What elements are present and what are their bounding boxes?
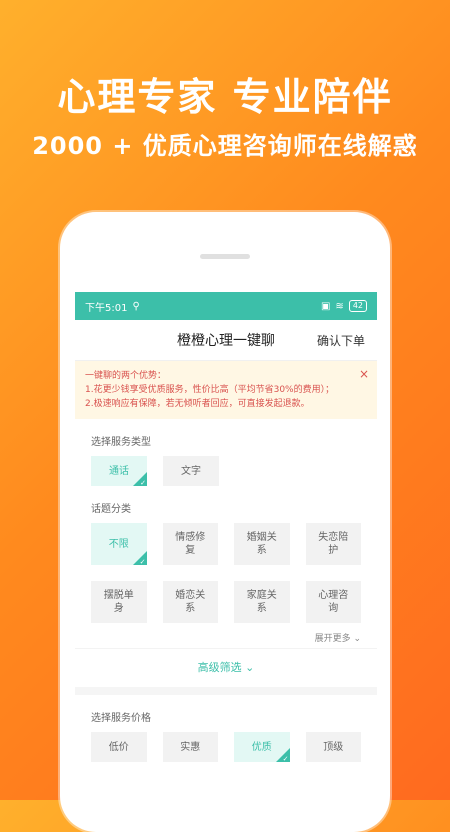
price-option-premium[interactable]: 优质: [234, 732, 290, 766]
promo-headline: 心理专家 专业陪伴: [57, 75, 393, 119]
chip-label: 通话: [109, 465, 129, 477]
chip-label: 文字: [181, 465, 201, 477]
advantage-notice: 一键聊的两个优势： 1.花更少钱享受优质服务，性价比高（平均节省30%的费用）；…: [75, 361, 377, 419]
sim-icon: ▣: [320, 300, 331, 312]
section-divider: [75, 687, 377, 695]
expand-more-link[interactable]: 展开更多 ⌄: [75, 623, 377, 648]
battery-icon: 42: [348, 300, 367, 312]
chip-label: 不限: [108, 538, 129, 550]
price-title: 选择服务价格: [91, 713, 151, 724]
expand-label: 展开更多: [314, 634, 351, 644]
topic-row-1: 不限 情感修复 婚姻关系 失恋陪护: [75, 523, 377, 569]
service-option-text[interactable]: 文字: [163, 456, 219, 486]
topic-option-counseling[interactable]: 心理咨询: [305, 581, 361, 623]
chip-label: 实惠: [180, 741, 201, 753]
service-type-title: 选择服务类型: [91, 437, 151, 448]
chip-label: 婚姻关系: [246, 532, 277, 556]
notice-title: 一键聊的两个优势：: [85, 371, 167, 381]
topic-option-unlimited[interactable]: 不限: [91, 523, 147, 569]
topic-option-marriage[interactable]: 婚姻关系: [234, 523, 290, 565]
price-option-low[interactable]: 低价: [91, 732, 147, 762]
chip-label: 优质: [251, 741, 272, 753]
phone-speaker: [200, 254, 250, 259]
promo-subline: 2000 + 优质心理咨询师在线解惑: [32, 132, 418, 160]
wifi-icon: ≋: [335, 300, 344, 312]
topic-row-2: 摆脱单身 婚恋关系 家庭关系 心理咨询: [75, 581, 377, 623]
topic-option-single[interactable]: 摆脱单身: [91, 581, 147, 623]
price-option-value[interactable]: 实惠: [162, 732, 218, 762]
status-bar: 下午5:01 ⚲ ▣ ≋ 42: [75, 292, 377, 320]
notice-line-1: 1.花更少钱享受优质服务，性价比高（平均节省30%的费用）；: [85, 385, 335, 395]
check-icon: [275, 748, 290, 766]
price-option-top[interactable]: 顶级: [305, 732, 361, 762]
topic-option-breakup[interactable]: 失恋陪护: [305, 523, 361, 565]
chip-label: 低价: [108, 741, 129, 753]
close-icon[interactable]: ×: [359, 367, 369, 381]
service-option-call[interactable]: 通话: [91, 456, 147, 490]
chip-label: 婚恋关系: [175, 590, 206, 614]
page-title: 橙橙心理一键聊: [177, 333, 275, 349]
chip-label: 心理咨询: [318, 590, 349, 614]
filter-label: 高级筛选: [197, 661, 242, 674]
check-icon: [133, 472, 147, 490]
chip-label: 失恋陪护: [318, 532, 349, 556]
advanced-filter-button[interactable]: 高级筛选 ⌄: [75, 648, 377, 687]
chip-label: 情感修复: [175, 532, 206, 556]
chip-label: 顶级: [323, 741, 344, 753]
app-screen: 下午5:01 ⚲ ▣ ≋ 42 橙橙心理一键聊 确认下单 一键聊的两个优势： 1…: [75, 292, 377, 812]
topic-option-dating[interactable]: 婚恋关系: [162, 581, 218, 623]
notification-mute-icon: ⚲: [132, 300, 140, 312]
price-options: 低价 实惠 优质 顶级: [75, 732, 377, 766]
chevron-down-icon: ⌄: [245, 661, 255, 674]
chip-label: 家庭关系: [246, 590, 277, 614]
topic-option-emotion-repair[interactable]: 情感修复: [162, 523, 218, 565]
notice-line-2: 2.极速响应有保障，若无倾听者回应，可直接发起退款。: [85, 399, 310, 409]
phone-frame: 下午5:01 ⚲ ▣ ≋ 42 橙橙心理一键聊 确认下单 一键聊的两个优势： 1…: [60, 212, 390, 832]
check-icon: [132, 551, 147, 569]
service-type-options: 通话 文字: [75, 456, 377, 490]
status-time: 下午5:01: [85, 302, 128, 314]
nav-bar: 橙橙心理一键聊 确认下单: [75, 320, 377, 361]
confirm-order-button[interactable]: 确认下单: [317, 332, 365, 349]
topic-option-family[interactable]: 家庭关系: [234, 581, 290, 623]
chip-label: 摆脱单身: [103, 590, 134, 614]
topic-title: 话题分类: [91, 504, 131, 515]
chevron-down-icon: ⌄: [353, 634, 361, 644]
